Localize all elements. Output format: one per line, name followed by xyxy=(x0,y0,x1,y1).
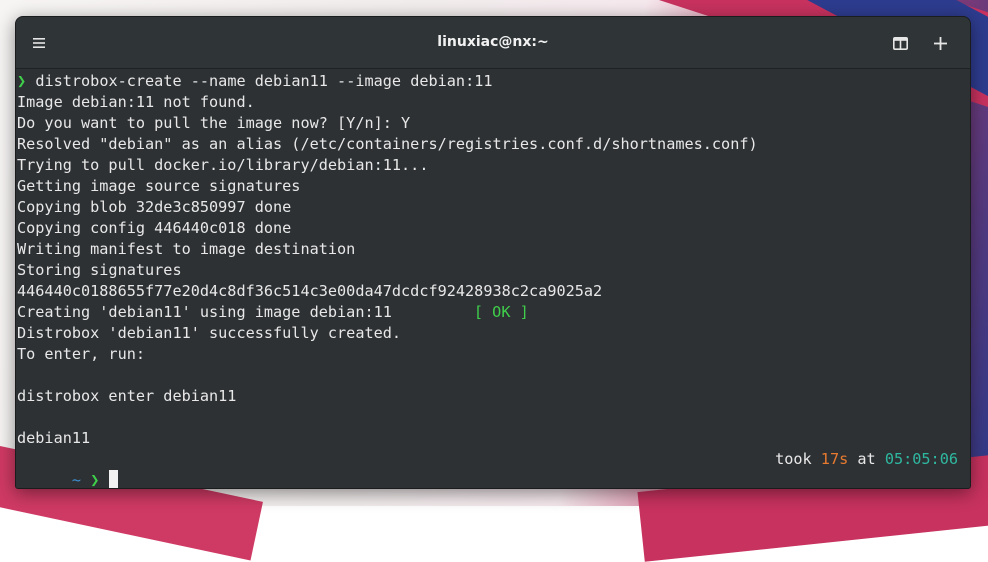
active-prompt-line[interactable]: ~ ❯ took 17s at 05:05:06 xyxy=(17,449,970,488)
ok-status: [ OK ] xyxy=(473,303,529,321)
command-line: ❯ distrobox-create --name debian11 --ima… xyxy=(17,71,970,92)
output-line: 446440c0188655f77e20d4c8df36c514c3e00da4… xyxy=(17,282,603,300)
output-line: Distrobox 'debian11' successfully create… xyxy=(17,324,402,342)
duration-value: 17s xyxy=(820,450,849,468)
at-label: at xyxy=(857,450,876,468)
output-line: Image debian:11 not found. xyxy=(17,93,255,111)
output-line: distrobox enter debian11 xyxy=(17,387,237,405)
new-tab-button[interactable] xyxy=(924,27,956,59)
title-bar[interactable]: linuxiac@nx:~ xyxy=(16,17,970,69)
creating-line: Creating 'debian11' using image debian:1… xyxy=(17,302,970,323)
command-duration-status: took 17s at 05:05:06 xyxy=(775,449,958,470)
plus-icon xyxy=(933,36,947,50)
prompt-directory: ~ xyxy=(71,471,82,489)
terminal-output[interactable]: ❯ distrobox-create --name debian11 --ima… xyxy=(16,69,970,488)
output-line: Storing signatures xyxy=(17,261,182,279)
window-title: linuxiac@nx:~ xyxy=(437,34,549,50)
output-line: debian11 xyxy=(17,429,91,447)
terminal-window: linuxiac@nx:~ ❯ distrobox-create --name … xyxy=(15,16,971,489)
creating-text: Creating 'debian11' using image debian:1… xyxy=(17,303,392,321)
output-line: Copying config 446440c018 done xyxy=(17,219,292,237)
output-line: To enter, run: xyxy=(17,345,146,363)
split-view-button[interactable] xyxy=(884,27,916,59)
text-cursor xyxy=(109,470,119,488)
command-text: distrobox-create --name debian11 --image… xyxy=(35,72,493,90)
timestamp: 05:05:06 xyxy=(884,450,958,468)
output-line: Do you want to pull the image now? [Y/n]… xyxy=(17,114,411,132)
output-line: Trying to pull docker.io/library/debian:… xyxy=(17,156,429,174)
output-line: Resolved "debian" as an alias (/etc/cont… xyxy=(17,135,758,153)
took-label: took xyxy=(775,450,812,468)
output-line: Getting image source signatures xyxy=(17,177,301,195)
prompt-symbol: ❯ xyxy=(90,471,100,489)
split-view-icon xyxy=(892,36,908,50)
output-line: Writing manifest to image destination xyxy=(17,240,356,258)
prompt-symbol: ❯ xyxy=(17,72,27,90)
output-line: Copying blob 32de3c850997 done xyxy=(17,198,292,216)
